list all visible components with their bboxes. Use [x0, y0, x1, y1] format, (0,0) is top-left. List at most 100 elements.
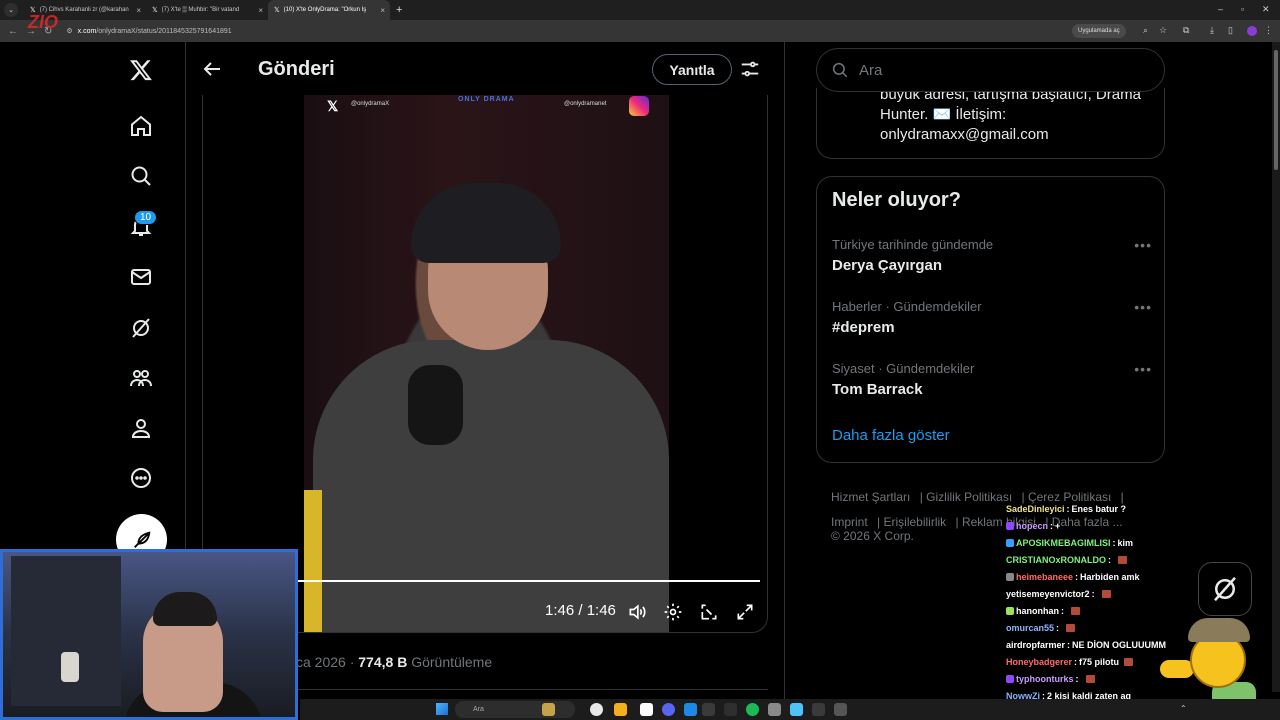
file-explorer-icon[interactable]	[614, 703, 627, 716]
taskbar-search[interactable]: Ara	[455, 701, 575, 718]
video-microphone	[408, 365, 463, 445]
video-settings-gear-icon[interactable]	[663, 602, 683, 622]
mascot-hand	[1160, 660, 1194, 678]
chrome-icon[interactable]	[590, 703, 603, 716]
search-icon	[832, 62, 848, 78]
open-in-app-button[interactable]: Uygulamada aç	[1072, 24, 1126, 38]
discord-icon[interactable]	[662, 703, 675, 716]
volume-icon[interactable]	[627, 602, 647, 622]
notifications-count-badge: 10	[134, 210, 158, 225]
streamer-webcam-overlay	[0, 549, 298, 720]
chat-separator: :	[1066, 503, 1070, 514]
chat-emote-icon	[1071, 606, 1080, 615]
close-window-icon[interactable]: ✕	[1262, 4, 1270, 15]
chat-badge-icon	[1006, 521, 1014, 530]
grok-icon[interactable]	[124, 311, 158, 345]
show-more-link[interactable]: Daha fazla göster	[832, 427, 950, 444]
trend-name: #deprem	[832, 319, 895, 336]
trend-name: Derya Çayırgan	[832, 257, 943, 274]
close-tab-icon[interactable]: ×	[136, 6, 141, 15]
chat-badge-icon	[1006, 674, 1014, 683]
taskbar-app-icon[interactable]	[790, 703, 803, 716]
explore-search-icon[interactable]	[124, 159, 158, 193]
more-horizontal-icon[interactable]: •••	[1134, 361, 1152, 377]
trend-context: Siyaset · Gündemdekiler	[832, 361, 975, 376]
chat-separator: :	[1108, 554, 1112, 565]
chat-username: airdropfarmer	[1006, 639, 1066, 650]
taskbar-app-icon[interactable]	[702, 703, 715, 716]
more-horizontal-icon[interactable]: •••	[1134, 299, 1152, 315]
x-favicon-icon: 𝕏	[152, 7, 158, 14]
taskbar-app-icon[interactable]	[812, 703, 825, 716]
close-tab-icon[interactable]: ×	[380, 6, 385, 15]
footer-link[interactable]: Gizlilik Politikası	[926, 490, 1012, 504]
scrollbar-thumb[interactable]	[1274, 50, 1278, 170]
profile-person-icon[interactable]	[124, 411, 158, 445]
close-tab-icon[interactable]: ×	[258, 6, 263, 15]
video-progress-bar[interactable]	[295, 580, 760, 582]
more-horizontal-icon[interactable]: •••	[1134, 237, 1152, 253]
column-divider	[784, 42, 785, 720]
trend-item[interactable]: Siyaset · Gündemdekiler Tom Barrack •••	[832, 361, 1152, 398]
footer-link[interactable]: Imprint	[831, 515, 868, 529]
grok-icon	[1214, 576, 1236, 602]
download-icon[interactable]: ⤓	[1210, 25, 1214, 36]
system-tray-chevron-icon[interactable]: ⌃	[1180, 704, 1187, 713]
home-icon[interactable]	[124, 109, 158, 143]
windows-start-icon[interactable]	[436, 703, 448, 715]
extensions-icon[interactable]: ⧉	[1183, 25, 1189, 36]
trend-item[interactable]: Haberler · Gündemdekiler #deprem •••	[832, 299, 1152, 336]
url-host: x.com	[77, 27, 97, 35]
sidebar-icon[interactable]: ▯	[1228, 25, 1233, 36]
bookmark-star-icon[interactable]: ☆	[1159, 25, 1167, 36]
browser-menu-icon[interactable]: ⋮	[1264, 25, 1273, 36]
footer-link[interactable]: Erişilebilirlik	[883, 515, 946, 529]
zoom-icon[interactable]: ⌕	[1143, 25, 1148, 36]
site-info-icon[interactable]: ⚙	[66, 27, 72, 35]
video-x-logo-icon: 𝕏	[327, 98, 339, 114]
chat-separator: :	[1067, 639, 1071, 650]
trend-name: Tom Barrack	[832, 381, 923, 398]
post-date: ca 2026 ·	[296, 654, 359, 670]
chat-separator: :	[1091, 588, 1095, 599]
reply-button[interactable]: Yanıtla	[652, 54, 732, 85]
chat-badge-icon	[1006, 572, 1014, 581]
search-input[interactable]	[859, 61, 1139, 79]
communities-icon[interactable]	[124, 361, 158, 395]
messages-mail-icon[interactable]	[124, 260, 158, 294]
footer-link[interactable]: Hizmet Şartları	[831, 490, 910, 504]
taskbar-app-icon[interactable]	[834, 703, 847, 716]
taskbar-app-icon[interactable]	[768, 703, 781, 716]
chat-username: yetisemeyenvictor2	[1006, 588, 1090, 599]
fullscreen-icon[interactable]	[735, 602, 755, 622]
taskbar-app-icon[interactable]	[640, 703, 653, 716]
browser-profile-avatar[interactable]	[1247, 26, 1257, 36]
author-bio-card: büyük adresi, tartışma başlatıcı, Drama …	[816, 88, 1165, 159]
more-options-icon[interactable]	[124, 461, 158, 495]
trend-item[interactable]: Türkiye tarihinde gündemde Derya Çayırga…	[832, 237, 1152, 274]
new-tab-button[interactable]: +	[396, 4, 402, 16]
chat-text: Enes batur ?	[1071, 503, 1127, 514]
browser-tab-2[interactable]: 𝕏 (7) X'te ▒ Muhbir: "Bir vatand ×	[146, 0, 268, 20]
mascot-hat	[1188, 618, 1250, 642]
search-bar[interactable]	[816, 48, 1165, 92]
maximize-icon[interactable]: ▫	[1241, 4, 1244, 14]
grok-floating-button[interactable]	[1198, 562, 1252, 616]
back-nav-icon[interactable]: ←	[8, 26, 18, 37]
browser-toolbar: ← → ↻ ⚙ x.com/onlydramaX/status/20118453…	[0, 20, 1280, 42]
taskbar-app-icon[interactable]	[542, 703, 555, 716]
address-bar[interactable]: ⚙ x.com/onlydramaX/status/20118453257916…	[66, 23, 1126, 39]
minimize-icon[interactable]: –	[1218, 4, 1223, 14]
taskbar-app-icon[interactable]	[684, 703, 697, 716]
picture-in-picture-icon[interactable]	[699, 602, 719, 622]
tab-search-button[interactable]: ⌄	[4, 3, 18, 17]
x-logo-icon[interactable]	[124, 53, 158, 87]
spotify-icon[interactable]	[746, 703, 759, 716]
browser-tab-3-active[interactable]: 𝕏 (10) X'te OnlyDrama: "Orkun Iş ×	[268, 0, 390, 20]
chat-separator: :	[1075, 571, 1079, 582]
feather-pen-icon	[133, 530, 150, 548]
chat-text: NE DİON OGLUUUMM	[1072, 639, 1167, 650]
back-arrow-icon[interactable]	[200, 57, 224, 81]
reply-settings-sliders-icon[interactable]	[739, 58, 761, 80]
taskbar-app-icon[interactable]	[724, 703, 737, 716]
